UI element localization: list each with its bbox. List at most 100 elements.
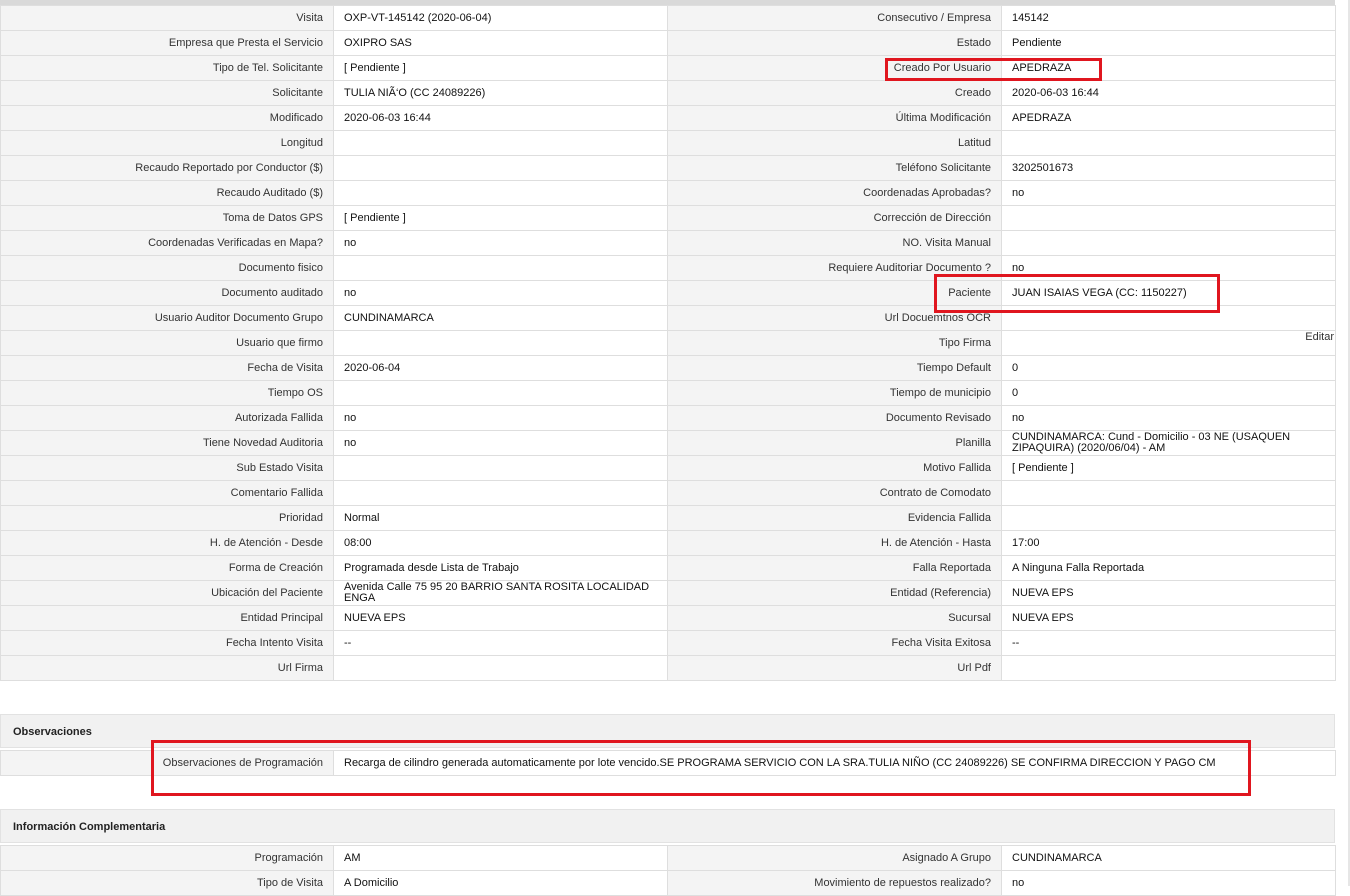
field-value	[1001, 130, 1336, 156]
field-label: Url Firma	[0, 655, 334, 681]
field-value: 3202501673	[1001, 155, 1336, 181]
field-label: H. de Atención - Hasta	[667, 530, 1002, 556]
table-row: Comentario Fallida Contrato de Comodato	[0, 480, 1336, 506]
field-value	[333, 255, 668, 281]
field-label: Visita	[0, 5, 334, 31]
field-value: TULIA NIÃ‘O (CC 24089226)	[333, 80, 668, 106]
field-label: Tiempo OS	[0, 380, 334, 406]
field-value: no	[1001, 180, 1336, 206]
table-row: Tipo de Visita A Domicilio Movimiento de r…	[0, 870, 1336, 896]
field-label: Modificado	[0, 105, 334, 131]
field-value: 17:00	[1001, 530, 1336, 556]
table-row: Documento auditado no Paciente JUAN ISAIAS…	[0, 280, 1336, 306]
field-value	[1001, 230, 1336, 256]
field-label: Falla Reportada	[667, 555, 1002, 581]
field-label: Solicitante	[0, 80, 334, 106]
field-value	[333, 330, 668, 356]
field-value: 2020-06-03 16:44	[1001, 80, 1336, 106]
table-row: Solicitante TULIA NIÃ‘O (CC 24089226) Crea…	[0, 80, 1336, 106]
field-label: Prioridad	[0, 505, 334, 531]
field-value: no	[1001, 255, 1336, 281]
table-row: Observaciones de Programación Recarga de…	[0, 750, 1336, 776]
table-row: Visita OXP-VT-145142 (2020-06-04) Consecut…	[0, 5, 1336, 31]
field-label: Tiempo Default	[667, 355, 1002, 381]
table-row: Tipo de Tel. Solicitante[ Pendiente ] Cre…	[0, 55, 1336, 81]
field-label: Comentario Fallida	[0, 480, 334, 506]
field-label: Asignado A Grupo	[667, 845, 1002, 871]
field-value: 2020-06-04	[333, 355, 668, 381]
field-value: Pendiente	[1001, 30, 1336, 56]
field-value: 0	[1001, 355, 1336, 381]
field-value: Editar	[1001, 330, 1336, 356]
field-label: Empresa que Presta el Servicio	[0, 30, 334, 56]
field-value: no	[333, 430, 668, 456]
field-value: --	[333, 630, 668, 656]
field-label: Longitud	[0, 130, 334, 156]
field-value	[333, 130, 668, 156]
field-label: NO. Visita Manual	[667, 230, 1002, 256]
complementaria-table: Programación AM Asignado A Grupo CUNDINAMAR…	[0, 845, 1336, 896]
table-row: Entidad Principal NUEVA EPS Sucursal NUEVA …	[0, 605, 1336, 631]
field-label: Teléfono Solicitante	[667, 155, 1002, 181]
field-value	[333, 655, 668, 681]
field-label: Sub Estado Visita	[0, 455, 334, 481]
field-label: Contrato de Comodato	[667, 480, 1002, 506]
table-row: Tiempo OS Tiempo de municipio 0	[0, 380, 1336, 406]
field-label: H. de Atención - Desde	[0, 530, 334, 556]
field-label: Toma de Datos GPS	[0, 205, 334, 231]
observaciones-title: Observaciones	[13, 726, 92, 738]
field-label: Consecutivo / Empresa	[667, 5, 1002, 31]
field-value	[1001, 205, 1336, 231]
field-value: NUEVA EPS	[333, 605, 668, 631]
field-value: CUNDINAMARCA	[333, 305, 668, 331]
field-value: no	[333, 405, 668, 431]
field-label: Coordenadas Aprobadas?	[667, 180, 1002, 206]
table-row: Forma de Creación Programada desde Lista …	[0, 555, 1336, 581]
field-value: 08:00	[333, 530, 668, 556]
field-label: Paciente	[667, 280, 1002, 306]
field-value: A Domicilio	[333, 870, 668, 896]
field-label: Entidad (Referencia)	[667, 580, 1002, 606]
field-label: Fecha Visita Exitosa	[667, 630, 1002, 656]
edit-link[interactable]: Editar	[1305, 332, 1334, 343]
field-value	[1001, 480, 1336, 506]
field-label: Evidencia Fallida	[667, 505, 1002, 531]
field-value: CUNDINAMARCA: Cund - Domicilio - 03 NE (…	[1001, 430, 1336, 456]
field-value	[333, 380, 668, 406]
field-label: Documento fisico	[0, 255, 334, 281]
field-value: [ Pendiente ]	[333, 205, 668, 231]
field-value: Programada desde Lista de Trabajo	[333, 555, 668, 581]
field-value: NUEVA EPS	[1001, 580, 1336, 606]
table-row: Fecha de Visita 2020-06-04 Tiempo Default…	[0, 355, 1336, 381]
field-value	[333, 155, 668, 181]
field-label: Tiempo de municipio	[667, 380, 1002, 406]
field-label: Tiene Novedad Auditoria	[0, 430, 334, 456]
field-label: Estado	[667, 30, 1002, 56]
field-label: Latitud	[667, 130, 1002, 156]
field-value: [ Pendiente ]	[1001, 455, 1336, 481]
field-label: Tipo Firma	[667, 330, 1002, 356]
table-row: Tiene Novedad Auditoria no Planilla CUNDIN…	[0, 430, 1336, 456]
field-label: Sucursal	[667, 605, 1002, 631]
table-row: Usuario Auditor Documento Grupo CUNDINAMA…	[0, 305, 1336, 331]
table-row: Autorizada Fallida no Documento Revisado …	[0, 405, 1336, 431]
table-row: Longitud Latitud	[0, 130, 1336, 156]
field-value: A Ninguna Falla Reportada	[1001, 555, 1336, 581]
field-label: Creado Por Usuario	[667, 55, 1002, 81]
field-label: Documento Revisado	[667, 405, 1002, 431]
field-label: Forma de Creación	[0, 555, 334, 581]
observaciones-value: Recarga de cilindro generada automaticam…	[333, 750, 1336, 776]
field-value: 0	[1001, 380, 1336, 406]
field-value: no	[1001, 405, 1336, 431]
table-row: Ubicación del Paciente Avenida Calle 75 9…	[0, 580, 1336, 606]
complementaria-title: Información Complementaria	[13, 821, 166, 833]
field-label: Usuario Auditor Documento Grupo	[0, 305, 334, 331]
table-row: Modificado 2020-06-03 16:44 Última Modific…	[0, 105, 1336, 131]
field-value: JUAN ISAIAS VEGA (CC: 1150227)	[1001, 280, 1336, 306]
table-row: Documento fisico Requiere Auditoriar Docu…	[0, 255, 1336, 281]
field-value: 145142	[1001, 5, 1336, 31]
field-label: Motivo Fallida	[667, 455, 1002, 481]
field-label: Corrección de Dirección	[667, 205, 1002, 231]
field-label: Tipo de Tel. Solicitante	[0, 55, 334, 81]
table-row: Usuario que firmo Tipo Firma Editar	[0, 330, 1336, 356]
